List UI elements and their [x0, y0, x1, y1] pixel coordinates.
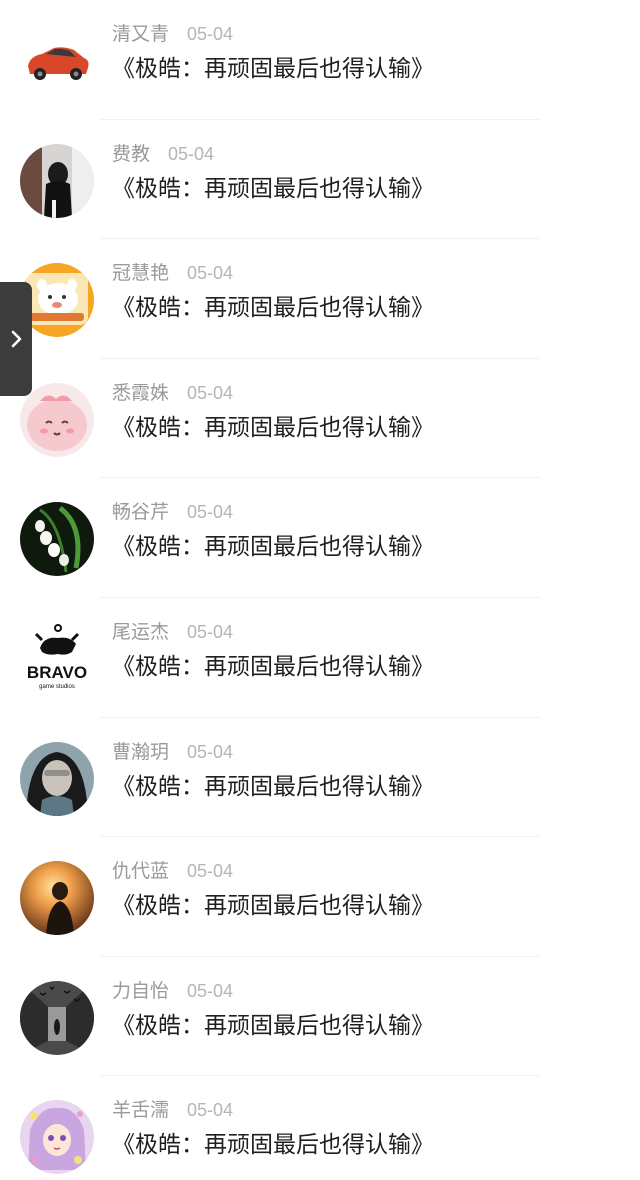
lily-flower-icon	[20, 502, 94, 577]
comment-date: 05-04	[187, 861, 234, 882]
user-name[interactable]: 清又青	[112, 23, 169, 45]
comment-meta: 尾运杰 05-04	[112, 618, 233, 646]
logo-subtext: game studios	[39, 684, 75, 690]
comment-text[interactable]: 《极皓：再顽固最后也得认输》	[112, 52, 434, 86]
user-name[interactable]: 尾运杰	[112, 621, 169, 643]
comment-text[interactable]: 《极皓：再顽固最后也得认输》	[112, 1128, 434, 1162]
comment-text[interactable]: 《极皓：再顽固最后也得认输》	[112, 889, 434, 923]
avatar[interactable]	[20, 861, 94, 936]
comment-list: 清又青 05-04 《极皓：再顽固最后也得认输》 费教 05-04 《极皓：再顽固最…	[0, 0, 640, 1180]
side-expand-button[interactable]	[0, 282, 32, 396]
comment-text[interactable]: 《极皓：再顽固最后也得认输》	[112, 770, 434, 804]
comment-date: 05-04	[168, 143, 215, 164]
list-item[interactable]: 清又青 05-04 《极皓：再顽固最后也得认输》	[0, 0, 640, 120]
list-item[interactable]: 冠慧艳 05-04 《极皓：再顽固最后也得认输》	[0, 239, 640, 359]
comment-date: 05-04	[187, 24, 234, 44]
dark-corridor-icon	[20, 980, 94, 1055]
comment-date: 05-04	[187, 622, 234, 642]
comment-date: 05-04	[187, 382, 234, 403]
comment-meta: 清又青 05-04	[112, 20, 233, 48]
list-item[interactable]: 悉霞姝 05-04 《极皓：再顽固最后也得认输》	[0, 359, 640, 479]
comment-meta: 费教 05-04	[112, 140, 214, 168]
avatar[interactable]	[20, 502, 94, 577]
comment-text[interactable]: 《极皓：再顽固最后也得认输》	[112, 650, 434, 684]
comment-meta: 力自怡 05-04	[112, 977, 233, 1005]
avatar[interactable]	[20, 741, 94, 816]
user-name[interactable]: 费教	[112, 143, 150, 165]
chevron-right-icon	[11, 330, 22, 348]
list-item[interactable]: 羊舌濡 05-04 《极皓：再顽固最后也得认输》	[0, 1076, 640, 1180]
user-name[interactable]: 畅谷芹	[112, 501, 169, 523]
comment-date: 05-04	[187, 502, 234, 523]
comment-meta: 曹瀚玥 05-04	[112, 738, 233, 766]
avatar[interactable]	[20, 1100, 94, 1175]
list-item[interactable]: 力自怡 05-04 《极皓：再顽固最后也得认输》	[0, 957, 640, 1077]
comment-date: 05-04	[187, 263, 234, 284]
comment-meta: 畅谷芹 05-04	[112, 498, 233, 526]
comment-text[interactable]: 《极皓：再顽固最后也得认输》	[112, 1009, 434, 1043]
avatar[interactable]	[20, 980, 94, 1055]
bravo-logo-icon: BRAVO game studios	[20, 622, 94, 696]
comment-meta: 羊舌濡 05-04	[112, 1096, 233, 1124]
anime-girl-icon	[20, 1100, 94, 1175]
avatar[interactable]	[20, 143, 94, 218]
avatar[interactable]: BRAVO game studios	[20, 622, 94, 696]
user-name[interactable]: 悉霞姝	[112, 382, 169, 404]
red-car-icon	[20, 24, 94, 98]
user-name[interactable]: 冠慧艳	[112, 262, 169, 284]
sunset-silhouette-icon	[20, 861, 94, 936]
list-item[interactable]: 畅谷芹 05-04 《极皓：再顽固最后也得认输》	[0, 478, 640, 598]
user-name[interactable]: 仇代蓝	[112, 860, 169, 882]
user-name[interactable]: 羊舌濡	[112, 1099, 169, 1121]
comment-date: 05-04	[187, 741, 234, 762]
avatar[interactable]	[20, 24, 94, 98]
comment-meta: 仇代蓝 05-04	[112, 857, 233, 885]
list-item[interactable]: 曹瀚玥 05-04 《极皓：再顽固最后也得认输》	[0, 718, 640, 838]
logo-text: BRAVO	[27, 663, 87, 682]
comment-text[interactable]: 《极皓：再顽固最后也得认输》	[112, 291, 434, 325]
pink-blob-icon	[20, 382, 94, 457]
comment-text[interactable]: 《极皓：再顽固最后也得认输》	[112, 530, 434, 564]
avatar[interactable]	[20, 382, 94, 457]
hooded-portrait-icon	[20, 741, 94, 816]
comment-text[interactable]: 《极皓：再顽固最后也得认输》	[112, 172, 434, 206]
comment-date: 05-04	[187, 1100, 234, 1121]
comment-meta: 悉霞姝 05-04	[112, 379, 233, 407]
girl-photo-icon	[20, 143, 94, 218]
user-name[interactable]: 曹瀚玥	[112, 741, 169, 763]
comment-date: 05-04	[187, 980, 234, 1001]
list-item[interactable]: 费教 05-04 《极皓：再顽固最后也得认输》	[0, 120, 640, 240]
comment-meta: 冠慧艳 05-04	[112, 259, 233, 287]
user-name[interactable]: 力自怡	[112, 980, 169, 1002]
list-item[interactable]: BRAVO game studios 尾运杰 05-04 《极皓：再顽固最后也得认…	[0, 598, 640, 718]
list-item[interactable]: 仇代蓝 05-04 《极皓：再顽固最后也得认输》	[0, 837, 640, 957]
comment-text[interactable]: 《极皓：再顽固最后也得认输》	[112, 411, 434, 445]
